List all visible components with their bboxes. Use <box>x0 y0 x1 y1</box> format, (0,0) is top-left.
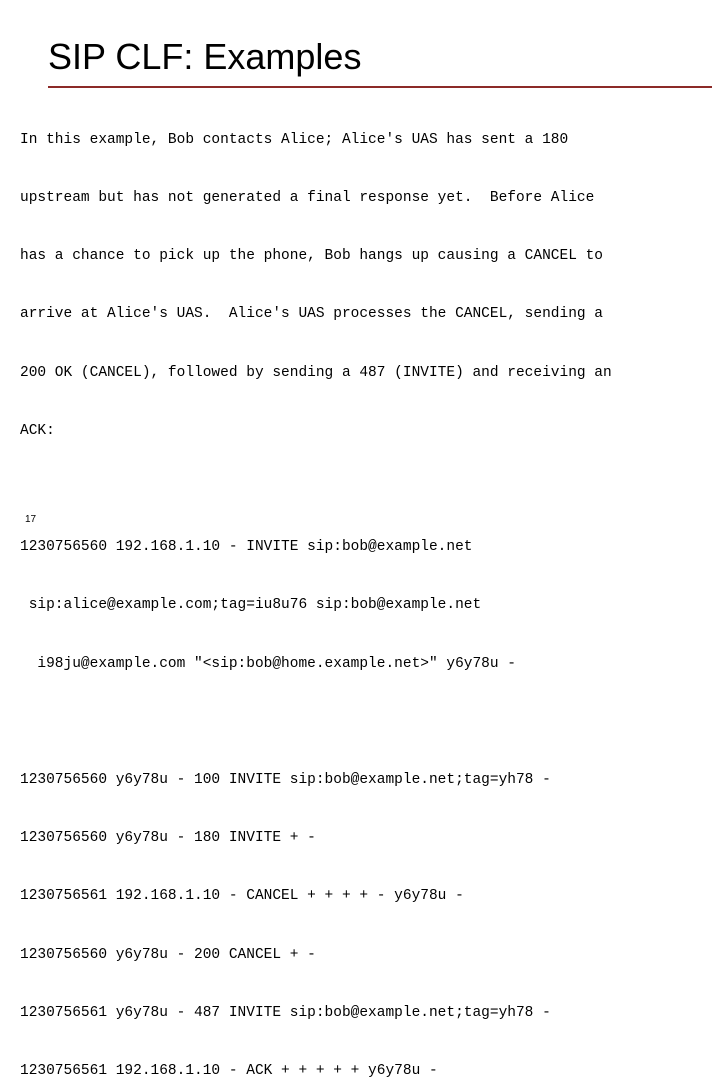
page-number: 17 <box>25 514 37 525</box>
log-line: 1230756561 192.168.1.10 - CANCEL + + + +… <box>20 888 464 905</box>
log-line: 1230756560 192.168.1.10 - INVITE sip:bob… <box>20 539 473 556</box>
log-line: 1230756561 192.168.1.10 - ACK + + + + + … <box>20 1063 438 1080</box>
log-line: sip:alice@example.com;tag=iu8u76 sip:bob… <box>20 597 482 614</box>
title-block: SIP CLF: Examples <box>48 36 712 88</box>
paragraph-line: ACK: <box>20 422 55 439</box>
log-line: 1230756561 y6y78u - 487 INVITE sip:bob@e… <box>20 1004 551 1021</box>
paragraph-line: upstream but has not generated a final r… <box>20 190 595 207</box>
sip-clf-record-invite: 1230756560 192.168.1.10 - INVITE sip:bob… <box>20 499 720 712</box>
sip-clf-record-list: 1230756560 y6y78u - 100 INVITE sip:bob@e… <box>20 732 720 1080</box>
slide-body: In this example, Bob contacts Alice; Ali… <box>20 92 720 1080</box>
paragraph-line: 200 OK (CANCEL), followed by sending a 4… <box>20 364 612 381</box>
slide-canvas: SIP CLF: Examples In this example, Bob c… <box>0 0 720 1079</box>
page-title: SIP CLF: Examples <box>48 36 362 77</box>
paragraph-line: has a chance to pick up the phone, Bob h… <box>20 248 603 265</box>
title-divider <box>48 86 712 88</box>
description-paragraph: In this example, Bob contacts Alice; Ali… <box>20 92 720 480</box>
log-line: 1230756560 y6y78u - 200 CANCEL + - <box>20 946 316 963</box>
log-line: 1230756560 y6y78u - 180 INVITE + - <box>20 830 316 847</box>
log-line: i98ju@example.com "<sip:bob@home.example… <box>20 655 516 672</box>
paragraph-line: arrive at Alice's UAS. Alice's UAS proce… <box>20 306 603 323</box>
paragraph-line: In this example, Bob contacts Alice; Ali… <box>20 131 569 148</box>
log-line: 1230756560 y6y78u - 100 INVITE sip:bob@e… <box>20 772 551 789</box>
